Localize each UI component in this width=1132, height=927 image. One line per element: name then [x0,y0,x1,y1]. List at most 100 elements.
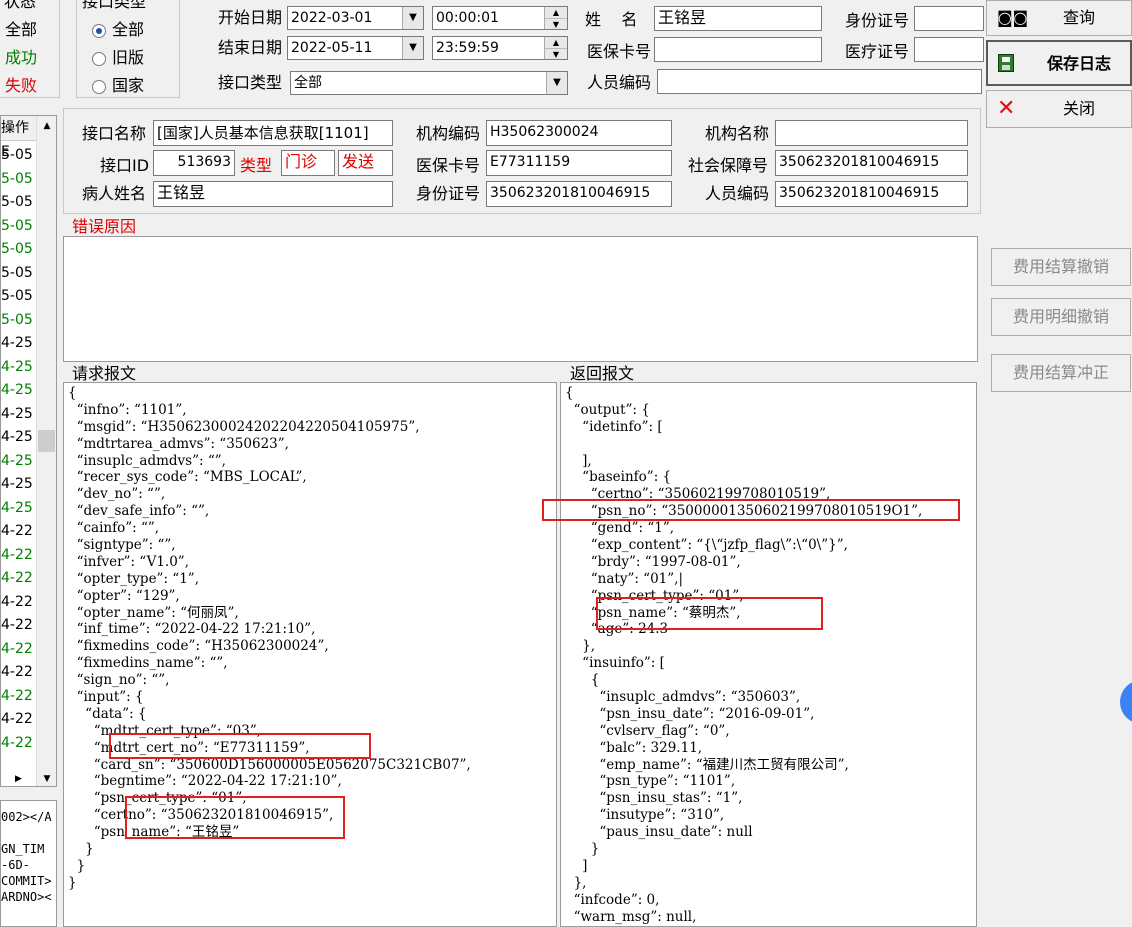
code-line: “psn_insu_date”: “2016-09-01”, [565,705,815,722]
api-kind-select[interactable]: 全部 ▼ [290,71,568,95]
list-item[interactable]: 4-25 [1,450,34,474]
scroll-up-icon[interactable]: ▲ [37,116,56,136]
list-item[interactable]: 4-25 [1,332,34,356]
list-item[interactable]: 4-25 [1,473,34,497]
scroll-thumb[interactable] [38,430,55,452]
chevron-down-icon[interactable]: ▼ [546,72,567,94]
list-item[interactable]: 5-05 [1,285,34,309]
code-line: ] [565,857,588,874]
cancel-settlement-button[interactable]: 费用结算撤销 [991,248,1131,286]
scroll-right-icon[interactable]: ▶ [15,774,22,784]
code-line: “data”: { [68,705,147,722]
list-item[interactable]: 4-22 [1,614,34,638]
list-item[interactable]: 4-25 [1,379,34,403]
spin-down-icon[interactable]: ▼ [545,19,567,29]
patient-name-field: 王铭昱 [153,181,393,207]
start-time-spinner[interactable]: ▲ ▼ [544,7,567,29]
idcard-label: 身份证号 [416,184,481,203]
api-kind-value: 全部 [294,75,322,91]
request-message-pane[interactable]: { “infno”: “1101”, “msgid”: “H3506230002… [63,382,557,927]
radio-selected-icon[interactable] [92,23,106,38]
list-scrollbar[interactable]: ▲ ▼ [36,116,56,786]
code-line: } [565,841,600,858]
radio-api-old[interactable]: 旧版 [92,48,144,68]
start-time-value: 00:00:01 [436,10,499,26]
list-item[interactable]: 5-05 [1,144,34,168]
name-label: 姓 名 [585,10,638,29]
code-line: ], [565,452,592,469]
binoculars-icon: ◙◙ [997,8,1029,27]
list-item[interactable]: 5-05 [1,309,34,333]
code-line: “insuplc_admdvs”: “350603”, [565,689,801,706]
scroll-down-icon[interactable]: ▼ [37,774,56,784]
list-item[interactable]: 4-22 [1,685,34,709]
name-input[interactable]: 王铭昱 [654,6,822,31]
org-name-label: 机构名称 [705,124,770,143]
save-log-button[interactable]: 保存日志 [986,40,1132,86]
spin-up-icon[interactable]: ▲ [545,7,567,19]
list-item[interactable]: 4-25 [1,497,34,521]
settlement-reverse-button[interactable]: 费用结算冲正 [991,354,1131,392]
idcard-filter-input[interactable] [914,6,984,31]
list-item[interactable]: 4-22 [1,520,34,544]
status-group-title: 状态 [2,0,39,11]
close-button[interactable]: ✕ 关闭 [986,90,1132,128]
list-item[interactable]: 5-05 [1,215,34,239]
radio-api-all[interactable]: 全部 [92,20,144,40]
code-line: “cvlserv_flag”: “0”, [565,722,730,739]
start-date-value: 2022-03-01 [291,10,373,26]
list-item[interactable]: 4-22 [1,544,34,568]
log-fragment: 002></A GN_TIM -6D- COMMIT> ARDNO>< [0,800,57,927]
code-line: “dev_no”: “”, [68,486,166,503]
api-name-label: 接口名称 [82,124,147,143]
code-line: } [68,874,77,891]
status-fail[interactable]: 失败 [5,76,37,96]
floating-assistant-icon[interactable] [1120,680,1132,724]
radio-icon[interactable] [92,79,106,94]
response-message-pane[interactable]: { “output”: { “idetinfo”: [ ], “baseinfo… [560,382,977,927]
list-item[interactable]: 4-22 [1,732,34,756]
list-item[interactable]: 4-22 [1,708,34,732]
end-date-picker[interactable]: 2022-05-11 ▼ [287,36,424,60]
card-input[interactable] [654,37,822,62]
medcert-input[interactable] [914,37,984,62]
status-all[interactable]: 全部 [5,20,37,40]
list-item[interactable]: 5-05 [1,238,34,262]
spin-down-icon[interactable]: ▼ [545,49,567,59]
person-no-detail-field: 350623201810046915 [775,181,968,207]
list-item[interactable]: 4-25 [1,426,34,450]
end-time-spinner[interactable]: ▲ ▼ [544,37,567,59]
code-line: “infcode”: 0, [565,891,660,908]
status-success[interactable]: 成功 [5,48,37,68]
chevron-down-icon[interactable]: ▼ [402,37,423,59]
start-date-picker[interactable]: 2022-03-01 ▼ [287,6,424,30]
code-line: “sign_no”: “”, [68,672,170,689]
code-line: “warn_msg”: null, [565,908,697,925]
type-label: 类型 [240,156,273,175]
cancel-detail-button[interactable]: 费用明细撤销 [991,298,1131,336]
list-item[interactable]: 5-05 [1,262,34,286]
api-kind-label: 接口类型 [218,73,283,92]
list-item[interactable]: 4-22 [1,638,34,662]
list-item[interactable]: 4-25 [1,356,34,380]
error-reason-box[interactable] [63,236,978,362]
code-line: “insutype”: “310”, [565,807,725,824]
person-no-input[interactable] [657,69,982,94]
card-no-field: E77311159 [486,150,672,176]
radio-icon[interactable] [92,51,106,66]
list-item[interactable]: 4-22 [1,591,34,615]
list-item[interactable]: 4-22 [1,661,34,685]
end-time-input[interactable]: 23:59:59 ▲ ▼ [432,36,568,60]
code-line: “balc”: 329.11, [565,739,703,756]
list-item[interactable]: 5-05 [1,191,34,215]
start-time-input[interactable]: 00:00:01 ▲ ▼ [432,6,568,30]
log-list[interactable]: 操作E 5-05 5-05 5-05 5-05 5-05 5-05 5-05 5-05 4-25… [0,115,57,787]
list-item[interactable]: 4-22 [1,567,34,591]
query-button[interactable]: ◙◙ 查询 [986,0,1132,36]
radio-api-national[interactable]: 国家 [92,76,144,96]
chevron-down-icon[interactable]: ▼ [402,7,423,29]
list-item[interactable]: 4-25 [1,403,34,427]
spin-up-icon[interactable]: ▲ [545,37,567,49]
list-item[interactable]: 5-05 [1,168,34,192]
code-line: “card_sn”: “350600D156000005E0562075C321… [68,756,471,773]
